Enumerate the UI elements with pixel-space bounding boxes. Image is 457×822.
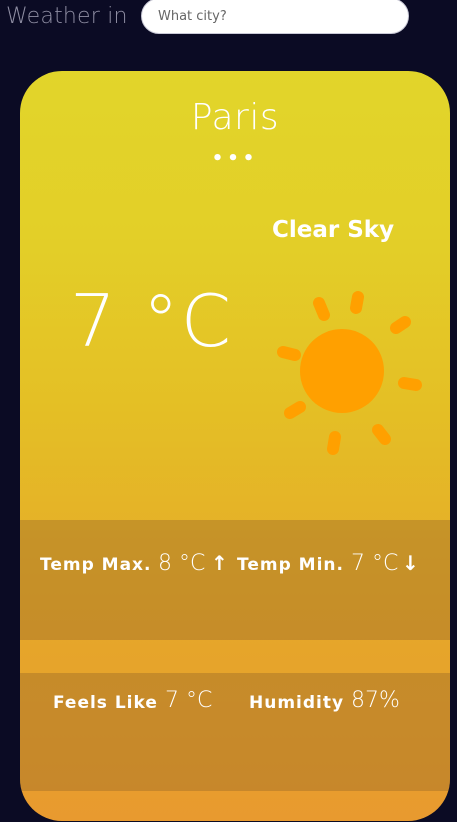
weather-card: Paris ••• Clear Sky 7 °C Temp Max. 8 °C … — [20, 71, 450, 821]
current-temperature: 7 °C — [70, 279, 233, 363]
city-name: Paris — [190, 97, 280, 138]
sun-icon — [277, 291, 422, 455]
feels-like-label: Feels Like — [53, 693, 158, 713]
conditions-band: Feels Like 7 °C Humidity 87% — [20, 673, 450, 791]
weather-app: Weather in Paris ••• Clear Sky 7 °C Temp… — [0, 0, 457, 822]
arrow-up-icon: ↑ — [211, 551, 228, 575]
feels-like-value: 7 °C — [165, 688, 213, 713]
arrow-down-icon: ↓ — [402, 551, 419, 575]
temp-min-label: Temp Min. — [237, 555, 344, 575]
city-search-input[interactable] — [141, 0, 409, 34]
temp-min-value: 7 °C — [351, 551, 399, 576]
temp-max-label: Temp Max. — [40, 555, 152, 575]
more-dots-icon: ••• — [211, 148, 259, 169]
app-title: Weather in — [6, 4, 128, 29]
humidity-value: 87% — [351, 688, 400, 713]
humidity-label: Humidity — [249, 693, 345, 713]
weather-condition: Clear Sky — [272, 217, 395, 243]
temperature-range-band: Temp Max. 8 °C ↑ Temp Min. 7 °C ↓ — [20, 520, 450, 640]
temp-max-value: 8 °C — [158, 551, 206, 576]
top-bar: Weather in — [0, 0, 457, 40]
